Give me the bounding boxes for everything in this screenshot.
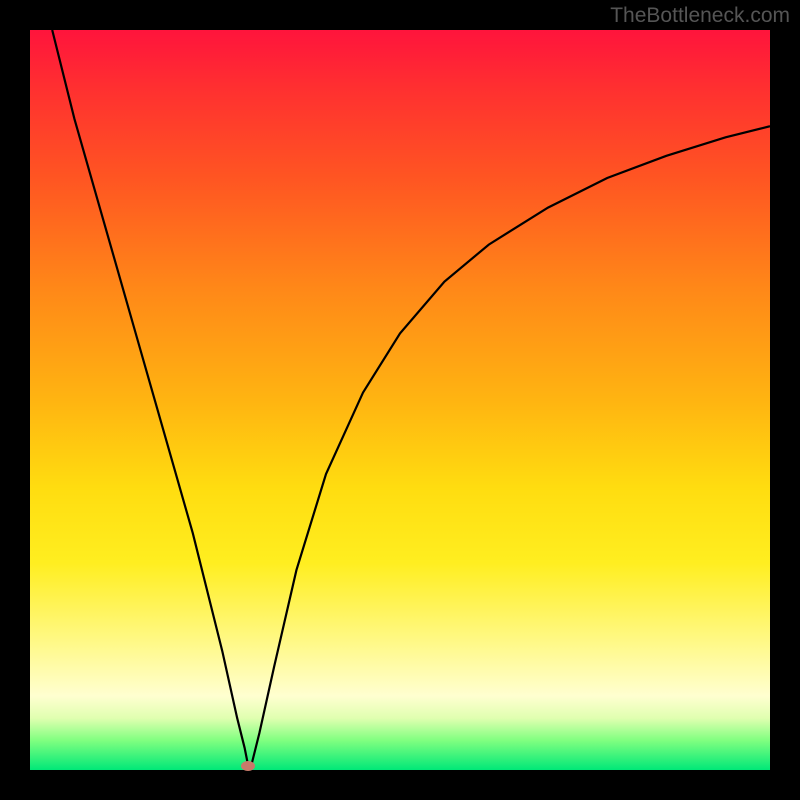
optimal-point-marker (241, 761, 255, 771)
watermark-text: TheBottleneck.com (610, 4, 790, 28)
bottleneck-curve (30, 30, 770, 770)
chart-plot-area (30, 30, 770, 770)
